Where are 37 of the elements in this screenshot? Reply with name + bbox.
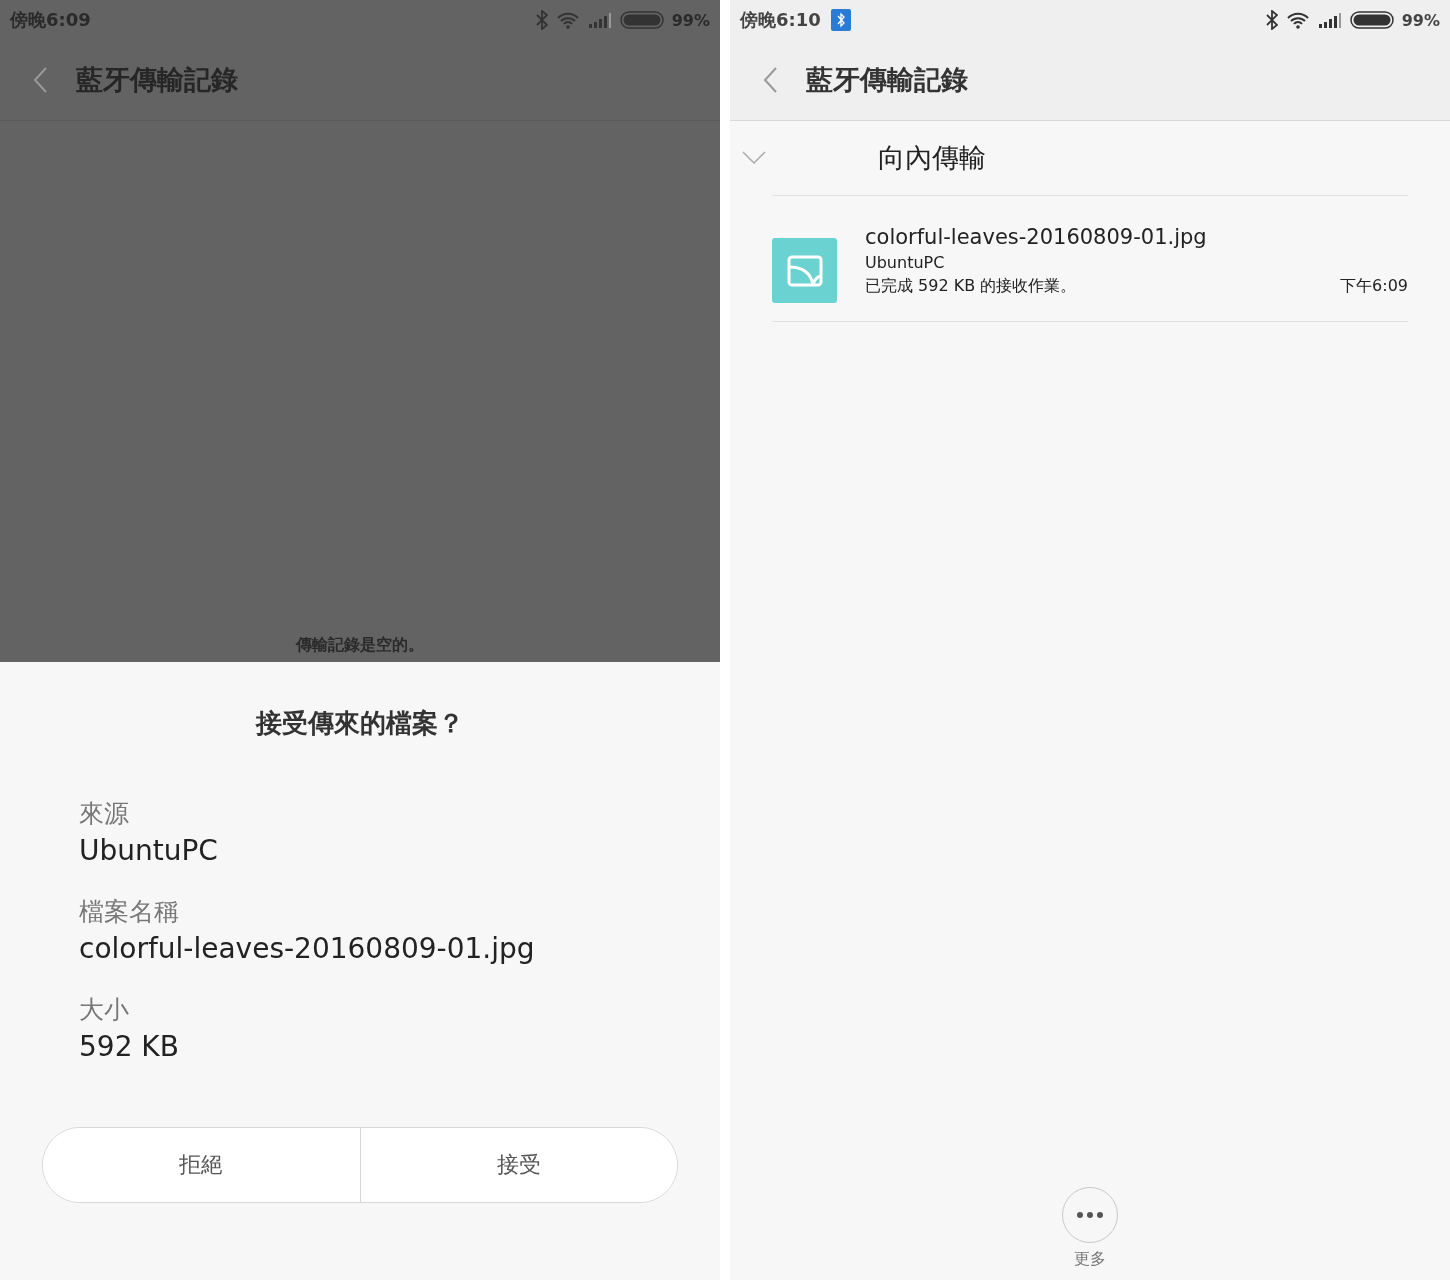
dialog-title: 接受傳來的檔案？ <box>254 707 465 740</box>
back-icon[interactable] <box>32 66 48 94</box>
status-time: 傍晚6:10 <box>740 8 821 32</box>
chevron-icon[interactable] <box>742 151 766 165</box>
section-title: 向內傳輸 <box>878 141 986 175</box>
back-icon[interactable] <box>762 66 778 94</box>
wifi-icon <box>555 11 580 29</box>
device-name: UbuntuPC <box>865 252 946 272</box>
field-value: colorful-leaves-20160809-01.jpg <box>79 932 536 965</box>
field-value: UbuntuPC <box>79 834 219 867</box>
battery-icon <box>1349 11 1394 29</box>
more-button[interactable] <box>1062 1187 1118 1243</box>
battery-percent: 99% <box>1401 10 1440 30</box>
wifi-icon <box>1285 11 1310 29</box>
field-label: 大小 <box>79 994 130 1026</box>
file-name: colorful-leaves-20160809-01.jpg <box>865 224 1208 249</box>
transfer-status: 已完成 592 KB 的接收作業。 <box>865 275 1077 297</box>
empty-message: 傳輸記錄是空的。 <box>296 635 424 656</box>
field-value: 592 KB <box>79 1030 180 1063</box>
status-time: 傍晚6:09 <box>10 8 91 32</box>
bluetooth-notification-icon <box>830 9 851 31</box>
image-file-icon <box>772 238 837 303</box>
field-label: 檔案名稱 <box>79 896 180 928</box>
transfer-item[interactable]: colorful-leaves-20160809-01.jpg UbuntuPC 已完成 592 KB 的接收作業。 下午6:09 <box>772 196 1408 322</box>
bluetooth-icon <box>1265 10 1278 30</box>
battery-icon <box>619 11 664 29</box>
dialog-button[interactable]: 接受 <box>359 1128 677 1202</box>
more-label: 更多 <box>1074 1249 1106 1270</box>
more-icon <box>1076 1211 1104 1219</box>
transfer-time: 下午6:09 <box>1340 275 1408 297</box>
page-title: 藍牙傳輸記錄 <box>76 63 238 97</box>
bluetooth-icon <box>535 10 548 30</box>
signal-icon <box>587 12 612 28</box>
field-label: 來源 <box>79 798 130 830</box>
signal-icon <box>1317 12 1342 28</box>
battery-percent: 99% <box>671 10 710 30</box>
page-title: 藍牙傳輸記錄 <box>806 63 968 97</box>
